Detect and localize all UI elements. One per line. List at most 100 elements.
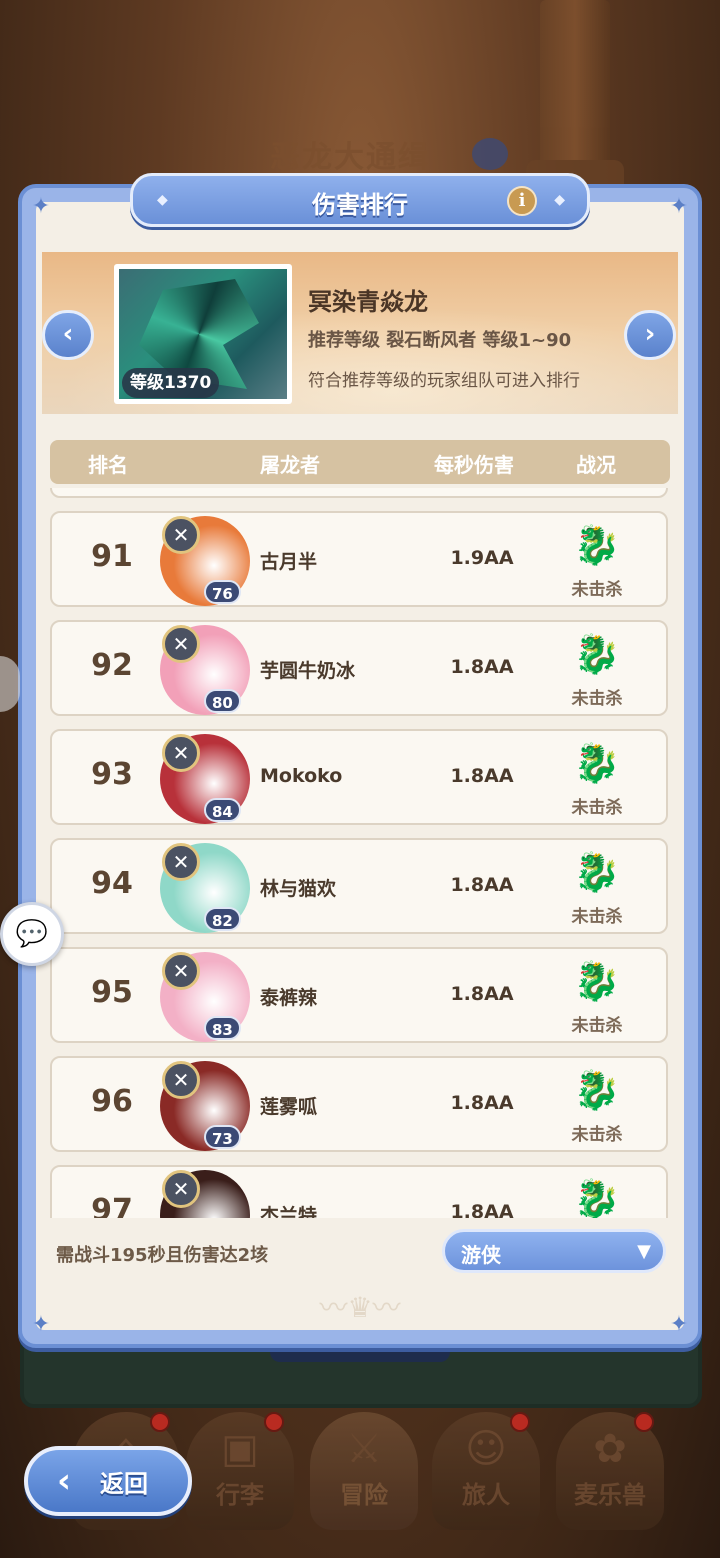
dragon-status-icon: 🐉 <box>573 741 621 785</box>
rank-badge-icon: ✕ <box>162 952 200 990</box>
player-avatar[interactable]: ✕ 84 <box>160 734 250 824</box>
table-row[interactable]: 93 ✕ 84 Mokoko 1.8AA 🐉 未击杀 <box>50 729 668 825</box>
nav-item-icon: ☺ <box>465 1426 507 1472</box>
rank-number: 92 <box>91 648 133 683</box>
chat-icon[interactable]: 💬 <box>0 902 64 966</box>
background-book-icon <box>472 138 508 170</box>
player-avatar[interactable]: ✕ 83 <box>160 952 250 1042</box>
diamond-ornament-icon: ◆ <box>554 192 565 208</box>
header-player: 屠龙者 <box>260 453 320 477</box>
player-name: 泰裤辣 <box>260 987 318 1009</box>
rank-number: 97 <box>91 1193 133 1218</box>
back-button[interactable]: ‹ 返回 <box>24 1446 192 1516</box>
rank-number: 93 <box>91 757 133 792</box>
nav-item-icon: ▣ <box>221 1426 259 1472</box>
player-dps: 1.8AA <box>450 983 514 1005</box>
dragon-status-icon: 🐉 <box>573 850 621 894</box>
corner-ornament-icon: ✦ <box>669 194 689 219</box>
dragon-status-icon: 🐉 <box>573 959 621 1003</box>
rank-badge-icon: ✕ <box>162 625 200 663</box>
dragon-status-icon: 🐉 <box>573 1068 621 1112</box>
nav-item-label: 冒险 <box>340 1481 388 1509</box>
table-row[interactable]: 97 ✕ 杰兰特 1.8AA 🐉 <box>50 1165 668 1218</box>
rank-badge-icon: ✕ <box>162 1170 200 1208</box>
player-dps: 1.8AA <box>450 1092 514 1114</box>
background-title: 恶龙大通缉 <box>270 140 430 175</box>
nav-item[interactable]: ☺ 旅人 <box>432 1412 540 1530</box>
table-row[interactable]: 94 ✕ 82 林与猫欢 1.8AA 🐉 未击杀 <box>50 838 668 934</box>
boss-banner: 等级1370 冥染青焱龙 推荐等级 裂石断风者 等级1~90 符合推荐等级的玩家… <box>42 252 678 414</box>
rank-badge-icon: ✕ <box>162 843 200 881</box>
prev-boss-button[interactable]: ‹ <box>42 310 94 360</box>
table-row[interactable]: 91 ✕ 76 古月半 1.9AA 🐉 未击杀 <box>50 511 668 607</box>
rank-number: 95 <box>91 975 133 1010</box>
player-dps: 1.8AA <box>450 765 514 787</box>
rank-number: 96 <box>91 1084 133 1119</box>
side-tab[interactable] <box>0 656 20 712</box>
player-level: 80 <box>204 689 241 713</box>
dragon-status-icon: 🐉 <box>573 632 621 676</box>
dragon-status-icon: 🐉 <box>573 523 621 567</box>
chevron-left-icon: ‹ <box>62 319 74 349</box>
class-filter-select[interactable]: 游侠 ▼ <box>442 1229 666 1273</box>
nav-item[interactable]: ⚔ 冒险 <box>310 1412 418 1530</box>
nav-item-label: 麦乐兽 <box>574 1481 646 1509</box>
nav-item-icon: ⚔ <box>346 1426 382 1472</box>
player-name: 古月半 <box>260 551 318 573</box>
panel-title-tab: ◆ 伤害排行 i ◆ <box>130 173 590 227</box>
player-avatar[interactable]: ✕ 82 <box>160 843 250 933</box>
boss-recommendation: 推荐等级 裂石断风者 等级1~90 <box>308 330 572 351</box>
player-avatar[interactable]: ✕ 80 <box>160 625 250 715</box>
header-status: 战况 <box>576 453 616 477</box>
corner-ornament-icon: ✦ <box>669 1312 689 1337</box>
kill-status: 未击杀 <box>571 1016 623 1036</box>
player-avatar[interactable]: ✕ <box>160 1170 250 1218</box>
table-row[interactable]: 92 ✕ 80 芋圆牛奶冰 1.8AA 🐉 未击杀 <box>50 620 668 716</box>
player-name: 莲雾呱 <box>260 1096 318 1118</box>
chevron-right-icon: › <box>644 319 656 349</box>
boss-name: 冥染青焱龙 <box>308 288 428 316</box>
player-avatar[interactable]: ✕ 76 <box>160 516 250 606</box>
player-level: 83 <box>204 1016 241 1040</box>
notification-dot <box>264 1412 284 1432</box>
rank-badge-icon: ✕ <box>162 734 200 772</box>
kill-status: 未击杀 <box>571 1125 623 1145</box>
nav-item-label: 行李 <box>216 1481 264 1509</box>
next-boss-button[interactable]: › <box>624 310 676 360</box>
player-dps: 1.9AA <box>450 547 514 569</box>
table-row[interactable]: 96 ✕ 73 莲雾呱 1.8AA 🐉 未击杀 <box>50 1056 668 1152</box>
rank-badge-icon: ✕ <box>162 1061 200 1099</box>
player-dps: 1.8AA <box>450 874 514 896</box>
player-name: Mokoko <box>260 765 343 787</box>
table-row[interactable]: 95 ✕ 83 泰裤辣 1.8AA 🐉 未击杀 <box>50 947 668 1043</box>
rank-badge-icon: ✕ <box>162 516 200 554</box>
player-avatar[interactable]: ✕ 73 <box>160 1061 250 1151</box>
rank-number: 91 <box>91 539 133 574</box>
nav-item[interactable]: ▣ 行李 <box>186 1412 294 1530</box>
class-filter-value: 游侠 <box>461 1243 501 1267</box>
notification-dot <box>634 1412 654 1432</box>
player-level: 73 <box>204 1125 241 1149</box>
back-arrow-icon: ‹ <box>56 1461 71 1501</box>
rank-number: 94 <box>91 866 133 901</box>
dragon-status-icon: 🐉 <box>573 1177 621 1218</box>
header-dps: 每秒伤害 <box>434 453 514 477</box>
ranking-table-header: 排名 屠龙者 每秒伤害 战况 <box>50 440 670 484</box>
table-row[interactable] <box>50 488 668 498</box>
corner-ornament-icon: ✦ <box>31 194 51 219</box>
player-dps: 1.8AA <box>450 656 514 678</box>
notification-dot <box>150 1412 170 1432</box>
notification-dot <box>510 1412 530 1432</box>
player-dps: 1.8AA <box>450 1201 514 1218</box>
player-level: 84 <box>204 798 241 822</box>
info-icon[interactable]: i <box>507 186 537 216</box>
chevron-down-icon: ▼ <box>637 1241 651 1262</box>
ranking-requirement: 需战斗195秒且伤害达2垓 <box>56 1245 269 1266</box>
ranking-list[interactable]: 91 ✕ 76 古月半 1.9AA 🐉 未击杀 92 ✕ 80 芋圆牛奶冰 1.8AA 🐉 未击杀 93 ✕ 8… <box>42 488 678 1218</box>
nav-item[interactable]: ✿ 麦乐兽 <box>556 1412 664 1530</box>
player-name: 芋圆牛奶冰 <box>260 660 356 682</box>
kill-status: 未击杀 <box>571 689 623 709</box>
kill-status: 未击杀 <box>571 580 623 600</box>
corner-ornament-icon: ✦ <box>31 1312 51 1337</box>
player-name: 林与猫欢 <box>260 878 337 900</box>
